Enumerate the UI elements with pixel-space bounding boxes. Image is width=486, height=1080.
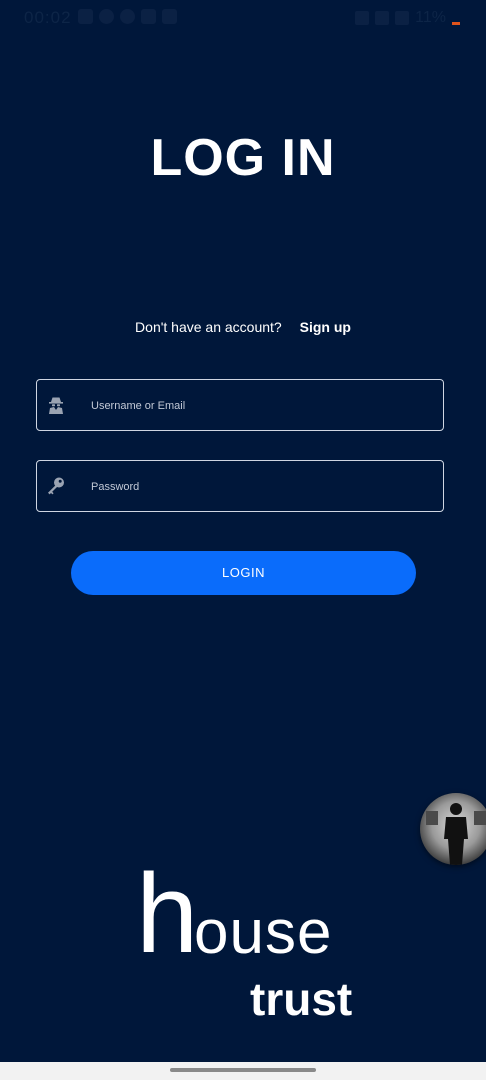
login-button[interactable]: LOGIN [71, 551, 416, 595]
notification-icons [78, 9, 177, 24]
wifi-icon [375, 11, 390, 25]
mute-icon [355, 11, 370, 25]
avatar-silhouette-icon [426, 803, 486, 865]
notification-icon [78, 9, 93, 24]
brand-logo-tagline: trust [250, 973, 353, 1025]
brand-logo-initial: h [136, 851, 199, 976]
signup-link[interactable]: Sign up [300, 319, 351, 335]
gallery-icon [162, 9, 177, 24]
facebook-icon [141, 9, 156, 24]
status-time: 00:02 [24, 8, 72, 27]
floating-chat-head-avatar[interactable] [420, 793, 486, 865]
brand-logo-name: ouse [194, 898, 333, 967]
signup-prompt-text: Don't have an account? [135, 319, 282, 335]
user-agent-icon [49, 397, 63, 414]
page-title: LOG IN [150, 129, 336, 187]
status-bar: 00:02 11% [0, 0, 486, 34]
signup-prompt-row: Don't have an account? Sign up [0, 319, 486, 335]
login-screen: 00:02 11% LOG IN Don't have an account? … [0, 0, 486, 1080]
password-input[interactable] [89, 461, 433, 512]
system-icons: 11% [355, 9, 460, 27]
key-icon [48, 477, 64, 495]
messenger-icon [99, 9, 114, 24]
signal-icon [395, 11, 410, 25]
battery-percent: 11% [415, 9, 446, 26]
battery-icon [452, 11, 460, 25]
password-field[interactable] [36, 460, 444, 512]
home-handle[interactable] [170, 1068, 316, 1072]
username-field[interactable] [36, 379, 444, 431]
username-input[interactable] [89, 380, 433, 431]
app-notification-icon [120, 9, 135, 24]
gesture-nav-bar [0, 1062, 486, 1080]
